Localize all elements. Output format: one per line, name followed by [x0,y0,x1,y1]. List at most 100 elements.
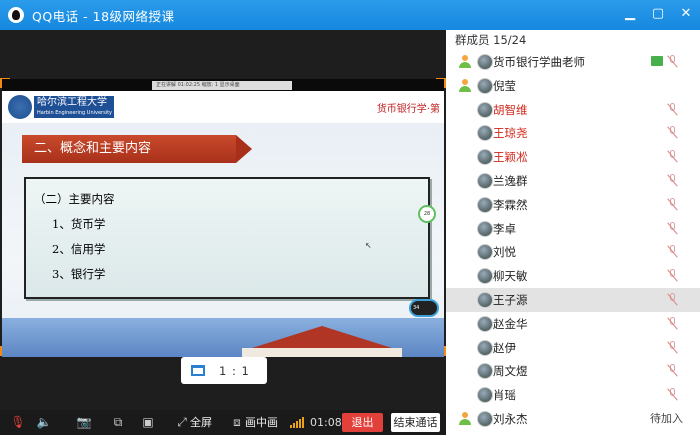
member-row[interactable]: 柳天敏 [446,264,700,288]
school-emblem-icon [8,95,32,119]
pip-icon[interactable]: ⧈ [229,415,245,430]
member-name: 刘永杰 [493,412,528,426]
call-timer: 01:08 [310,416,342,429]
member-row[interactable]: 王琼尧 [446,121,700,145]
member-panel: 群成员 15/24 货币银行学曲老师 倪莹胡智维王琼尧王颖凇兰逸群李霖然李卓 刘悦柳… [446,30,700,435]
title-bar: QQ电话 - 18级网络授课 ▁ ▢ ✕ [0,0,700,30]
minimize-button[interactable]: ▁ [622,6,638,22]
member-row[interactable]: 周文煜 [446,359,700,383]
mic-muted-icon[interactable] [666,388,680,402]
shared-slide: 正在讲解 01:02:25 缩放: 1 显示桌面 哈尔滨工程大学 Harbin … [2,79,444,357]
presenter-icon[interactable]: ▣ [140,415,156,430]
maximize-button[interactable]: ▢ [650,6,666,22]
content-item: 2、信用学 [52,242,106,256]
school-name: 哈尔滨工程大学 Harbin Engineering University [34,96,114,118]
avatar [477,54,493,70]
content-heading: （二）主要内容 [34,192,115,206]
content-item: 3、银行学 [52,267,106,281]
member-count: 群成员 15/24 [455,33,527,47]
call-toolbar: 🎙 🔈 📷 ⧉ ▣ ⤢ 全屏 ⧈ 画中画 01:08 退出 结束通话 [0,410,446,435]
member-name: 王颖凇 [493,150,528,165]
member-row[interactable]: 赵伊 [446,336,700,360]
avatar [477,292,493,308]
camera-off-icon[interactable]: 📷 [76,415,92,430]
section-title: 二、概念和主要内容 [22,135,236,163]
member-row[interactable]: 刘悦 [446,240,700,264]
mic-muted-icon[interactable] [666,102,680,117]
section-banner: 二、概念和主要内容 [22,135,252,166]
slide-badge: 34 [409,299,439,317]
avatar [477,387,493,404]
mic-muted-icon[interactable] [666,174,680,188]
video-area[interactable]: 正在讲解 01:02:25 缩放: 1 显示桌面 哈尔滨工程大学 Harbin … [0,30,446,410]
campus-image [2,318,444,357]
member-name: 肖瑶 [493,388,516,403]
mic-muted-icon[interactable] [666,293,680,307]
member-row[interactable]: 兰逸群 [446,169,700,193]
mic-muted-icon[interactable] [666,150,680,164]
member-row[interactable]: 倪莹 [446,74,700,98]
mic-muted-icon[interactable] [666,269,680,283]
member-row[interactable]: 货币银行学曲老师 [446,50,700,74]
member-row[interactable]: 胡智维 [446,98,700,122]
member-name: 胡智维 [493,102,528,117]
pending-status: 待加入 [650,412,683,425]
close-button[interactable]: ✕ [678,6,694,22]
mic-muted-icon[interactable] [666,197,680,212]
end-call-button[interactable]: 结束通话 [391,413,440,432]
content-item: 1、货币学 [52,217,106,231]
member-name: 兰逸群 [493,174,528,188]
mic-muted-icon[interactable] [666,316,680,331]
member-name: 周文煜 [493,364,528,379]
member-name: 王琼尧 [493,126,528,141]
member-row[interactable]: 李霖然 [446,193,700,217]
fullscreen-icon[interactable]: ⤢ [174,415,190,430]
mic-muted-icon[interactable] [666,364,680,378]
member-name: 赵金华 [493,316,528,331]
member-name: 货币银行学曲老师 [493,55,585,69]
exit-button[interactable]: 退出 [342,413,383,432]
slide-badge: 28 [418,205,436,223]
avatar [477,77,493,94]
member-name: 王子源 [493,293,528,307]
avatar [477,268,493,285]
speaker-icon[interactable]: 🔈 [36,415,52,430]
avatar [477,101,493,118]
mic-muted-icon[interactable] [666,340,680,355]
member-row[interactable]: 王子源 [446,288,700,312]
ratio-button[interactable]: 1 : 1 [181,357,267,384]
mic-muted-icon[interactable]: 🎙 [10,415,26,430]
slide-body: 二、概念和主要内容 （二）主要内容 1、货币学 2、信用学 3、银行学 ↖ 28… [2,123,444,357]
person-icon [459,412,471,426]
mouse-cursor-icon: ↖ [365,241,372,250]
member-name: 李霖然 [493,197,528,212]
slide-header: 哈尔滨工程大学 Harbin Engineering University 货币… [2,91,444,123]
screen-share-icon [651,56,663,66]
member-name: 倪莹 [493,78,516,93]
avatar [477,363,493,380]
avatar [477,196,493,213]
avatar [477,125,493,142]
member-row[interactable]: 刘永杰 待加入 [446,407,700,431]
pip-label[interactable]: 画中画 [245,415,278,430]
avatar [477,220,493,237]
member-row[interactable]: 王颖凇 [446,145,700,169]
mic-muted-icon[interactable] [666,126,680,140]
ratio-label: 1 : 1 [219,363,250,378]
avatar [477,244,493,261]
member-row[interactable]: 李卓 [446,217,700,241]
fullscreen-label[interactable]: 全屏 [190,415,212,430]
avatar [477,173,493,189]
member-name: 柳天敏 [493,269,528,284]
qq-logo-icon [8,7,24,23]
mic-muted-icon[interactable] [666,221,680,236]
window-icon [191,365,205,376]
mic-muted-icon[interactable] [666,55,680,69]
screen-share-icon[interactable]: ⧉ [110,415,126,430]
member-row[interactable]: 肖瑶 [446,383,700,407]
signal-strength-icon [290,417,304,428]
member-row[interactable]: 赵金华 [446,312,700,336]
window-title: QQ电话 - 18级网络授课 [32,8,175,24]
avatar [477,315,493,332]
mic-muted-icon[interactable] [666,245,680,259]
